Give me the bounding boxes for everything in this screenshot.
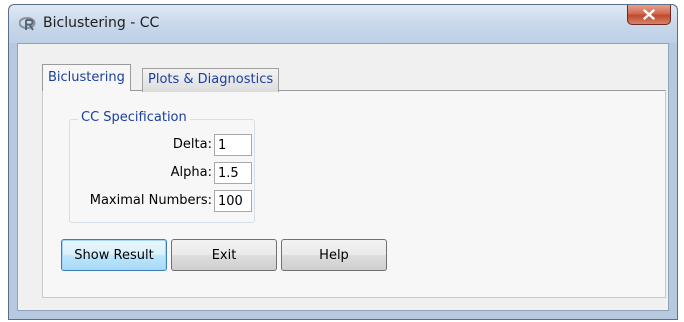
dialog-client-area: Biclustering Plots & Diagnostics CC Spec…: [17, 43, 669, 311]
alpha-label: Alpha:: [170, 165, 212, 180]
maximal-numbers-row: Maximal Numbers:: [70, 190, 254, 212]
tab-biclustering[interactable]: Biclustering: [42, 64, 131, 91]
title-bar[interactable]: Biclustering - CC: [9, 5, 677, 43]
exit-button[interactable]: Exit: [171, 239, 277, 271]
window-title: Biclustering - CC: [43, 15, 160, 31]
alpha-input[interactable]: [214, 162, 252, 184]
help-button[interactable]: Help: [281, 239, 387, 271]
group-title: CC Specification: [78, 110, 190, 125]
show-result-button[interactable]: Show Result: [61, 239, 167, 271]
close-button[interactable]: [627, 5, 671, 25]
biclustering-tab-panel: CC Specification Delta: Alpha: Maximal N…: [42, 90, 666, 298]
tab-plots-diagnostics[interactable]: Plots & Diagnostics: [142, 68, 280, 92]
delta-label: Delta:: [172, 137, 212, 152]
alpha-row: Alpha:: [70, 162, 254, 184]
close-icon: [643, 9, 655, 20]
maximal-numbers-label: Maximal Numbers:: [89, 193, 212, 208]
delta-row: Delta:: [70, 134, 254, 156]
cc-specification-group: CC Specification Delta: Alpha: Maximal N…: [69, 110, 255, 223]
maximal-numbers-input[interactable]: [214, 190, 252, 212]
app-window: Biclustering - CC Biclustering Plots & D…: [8, 4, 678, 320]
r-logo-icon: [18, 17, 37, 31]
delta-input[interactable]: [214, 134, 252, 156]
